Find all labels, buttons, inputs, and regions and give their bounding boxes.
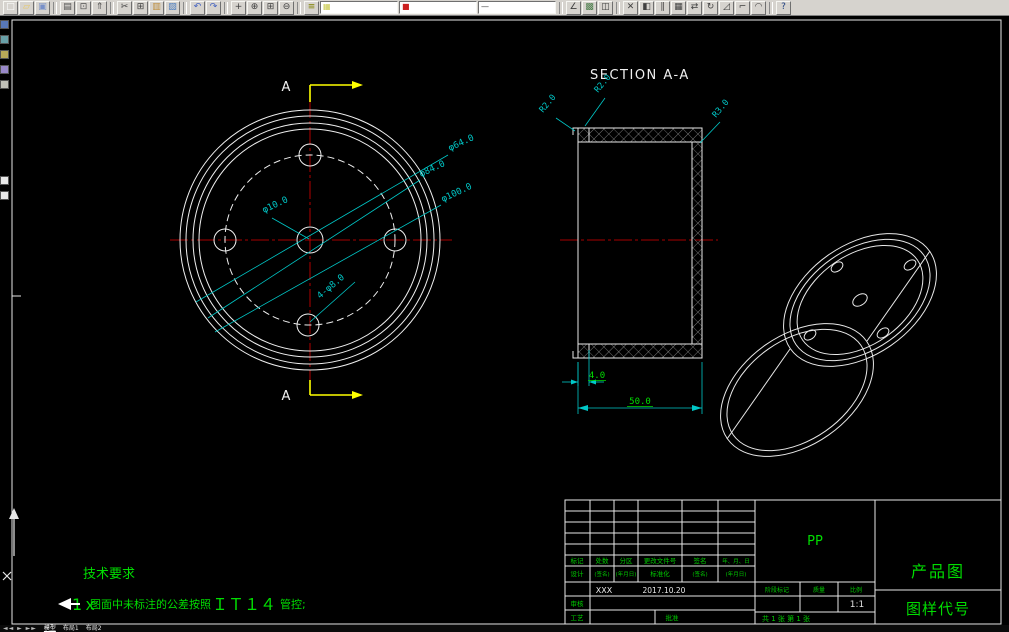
cut-icon[interactable]: ✂ [117, 0, 132, 15]
tb-mass-label: 质量 [813, 586, 825, 594]
new-file-icon[interactable]: □ [3, 0, 18, 15]
offset-icon[interactable]: ∥ [655, 0, 670, 15]
tb-row-process: 工艺 [571, 614, 585, 622]
left-toolbar-mid [0, 176, 10, 200]
tech-req-item-tail[interactable]: 管控; [280, 597, 306, 611]
save-icon[interactable]: ▣ [35, 0, 50, 15]
tab-布局2[interactable]: 布局2 [86, 625, 102, 632]
properties-icon[interactable]: ▩ [582, 0, 597, 15]
layer-properties-icon[interactable]: ≡ [304, 0, 319, 15]
docked-tool-icon-3[interactable] [0, 50, 9, 59]
tab-模型[interactable]: 模型 [44, 625, 56, 632]
tb-design-date[interactable]: 2017.10.20 [643, 586, 686, 595]
help-icon[interactable]: ? [776, 0, 791, 15]
move-icon[interactable]: ⇄ [687, 0, 702, 15]
undo-icon[interactable]: ↶ [190, 0, 205, 15]
linetype-combo[interactable]: — [478, 1, 556, 14]
docked-tool-icon-2[interactable] [0, 35, 9, 44]
section-label-top[interactable]: A [282, 80, 291, 95]
toolbar-separator [183, 1, 187, 14]
publish-icon[interactable]: ⇑ [92, 0, 107, 15]
paste-icon[interactable]: ▥ [149, 0, 164, 15]
tb-col-date: 年、月、日 [722, 557, 750, 565]
layer-combo[interactable]: ▦ [320, 1, 398, 14]
layout-tabs: 模型 布局1 布局2 [44, 625, 102, 632]
docked-tool-icon-7[interactable] [0, 191, 9, 200]
rotate-icon[interactable]: ↻ [703, 0, 718, 15]
docked-tool-icon-6[interactable] [0, 176, 9, 185]
dim-label-length[interactable]: 50.0 [629, 397, 651, 407]
redo-icon[interactable]: ↷ [206, 0, 221, 15]
tb-row-date2: (年月日) [726, 570, 747, 578]
tb-stage-label: 阶段标记 [765, 586, 789, 594]
tb-code-label[interactable]: 图样代号 [906, 600, 970, 618]
docked-tool-icon-4[interactable] [0, 65, 9, 74]
designcenter-icon[interactable]: ◫ [598, 0, 613, 15]
drawing-canvas[interactable]: φ64.0 φ84.0 φ100.0 φ10.0 4-φ8.0 A A SECT… [0, 16, 1009, 632]
tb-col-change-doc: 更改文件号 [644, 556, 677, 565]
tb-product-title[interactable]: 产品图 [911, 562, 965, 581]
docked-tool-icon-1[interactable] [0, 20, 9, 29]
tb-col-sign: 签名 [694, 556, 707, 565]
copy-icon[interactable]: ⊞ [133, 0, 148, 15]
fillet-icon[interactable]: ◠ [751, 0, 766, 15]
main-toolbar: □ ▱ ▣ ▤ ⊡ ⇑ ✂ ⊞ ▥ ▨ ↶ ↷ + ⊕ ⊞ ⊖ ≡ ▦ ■ — ∠ ▩ ◫ ✕ ◧ ∥ ▦ ⇄ ↻ ◿ ⌐ ◠? [0, 0, 1009, 16]
trim-icon[interactable]: ⌐ [735, 0, 750, 15]
toolbar-separator [769, 1, 773, 14]
tab-布局1[interactable]: 布局1 [63, 625, 79, 632]
tb-row-sign: (签名) [594, 570, 609, 578]
tech-req-item-std[interactable]: ＩＴ１４ [212, 595, 276, 614]
tb-row-sign2: (签名) [692, 570, 707, 578]
left-toolbar-top [0, 20, 10, 89]
tech-req-item-text[interactable]: 图面中未标注的公差按照 [90, 597, 211, 611]
tb-row-date: (年月日) [616, 570, 637, 578]
tech-req-heading[interactable]: 技术要求 [83, 567, 135, 582]
match-properties-icon[interactable]: ▨ [165, 0, 180, 15]
zoom-window-icon[interactable]: ⊞ [263, 0, 278, 15]
tb-row-design: 设计 [571, 569, 585, 578]
zoom-previous-icon[interactable]: ⊖ [279, 0, 294, 15]
tb-col-zone: 分区 [620, 556, 634, 565]
tb-material[interactable]: PP [807, 534, 823, 549]
tb-row-approve: 批准 [666, 613, 680, 622]
zoom-realtime-icon[interactable]: ⊕ [247, 0, 262, 15]
tb-scale-label: 比例 [850, 586, 862, 594]
statusbar: ◄◄ ► ►► 模型 布局1 布局2 [0, 625, 1009, 632]
section-label-bottom[interactable]: A [282, 389, 291, 404]
tb-col-mark: 标记 [571, 556, 585, 565]
color-combo[interactable]: ■ [399, 1, 477, 14]
erase-icon[interactable]: ✕ [623, 0, 638, 15]
pan-icon[interactable]: + [231, 0, 246, 15]
tb-designer-name[interactable]: XXX [596, 586, 613, 595]
toolbar-separator [53, 1, 57, 14]
toolbar-separator [616, 1, 620, 14]
tb-col-count: 处数 [596, 556, 610, 565]
mirror-icon[interactable]: ◧ [639, 0, 654, 15]
tb-row-check: 审核 [571, 599, 585, 608]
scale-icon[interactable]: ◿ [719, 0, 734, 15]
toolbar-separator [559, 1, 563, 14]
toolbar-separator [110, 1, 114, 14]
distance-icon[interactable]: ∠ [566, 0, 581, 15]
array-icon[interactable]: ▦ [671, 0, 686, 15]
tb-row-standard: 标准化 [650, 569, 670, 578]
tab-scroll-arrows[interactable]: ◄◄ ► ►► [3, 625, 37, 632]
plot-preview-icon[interactable]: ⊡ [76, 0, 91, 15]
tb-sheet-info: 共 1 张 第 1 张 [762, 614, 810, 623]
dim-label-thickness[interactable]: 4.0 [589, 371, 605, 381]
toolbar-separator [297, 1, 301, 14]
toolbar-separator [224, 1, 228, 14]
tb-scale-value[interactable]: 1:1 [850, 600, 864, 610]
plot-icon[interactable]: ▤ [60, 0, 75, 15]
docked-tool-icon-5[interactable] [0, 80, 9, 89]
open-file-icon[interactable]: ▱ [19, 0, 34, 15]
